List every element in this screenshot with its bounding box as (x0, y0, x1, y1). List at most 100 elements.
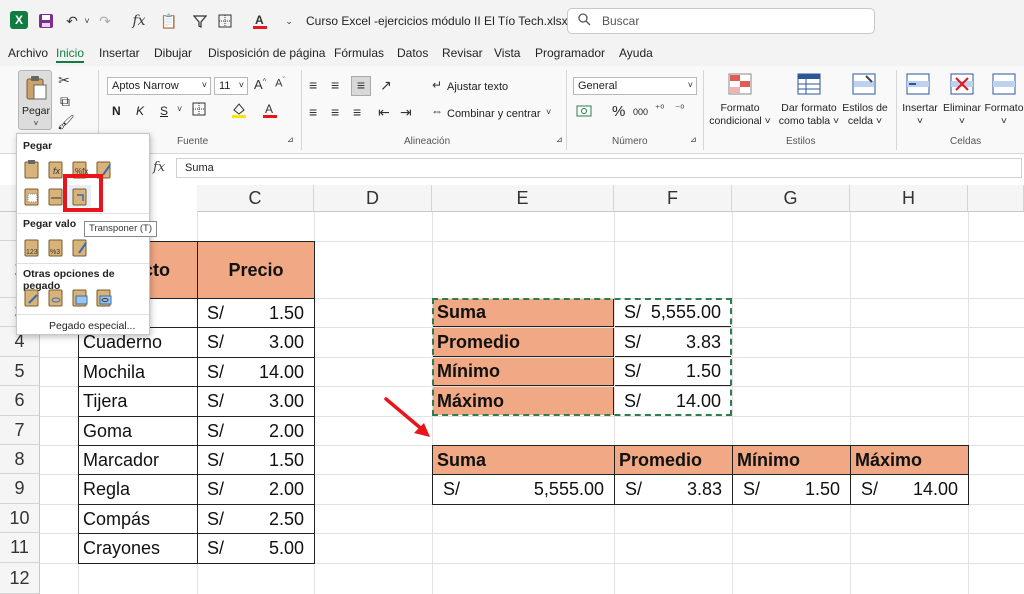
delete-cells-button[interactable]: Eliminar ˅ (940, 102, 984, 128)
col-header-g[interactable]: G (732, 185, 850, 212)
col-header-c[interactable]: C (197, 185, 314, 212)
paste-link-icon[interactable] (45, 286, 67, 308)
transposed-value-cell[interactable]: S/1.50 (732, 474, 851, 505)
increase-indent-icon[interactable]: ⇥ (400, 104, 412, 121)
format-cells-icon[interactable] (992, 73, 1016, 98)
copy-icon[interactable]: ⧉ (57, 93, 73, 110)
row-header-12[interactable]: 12 (0, 563, 40, 594)
merge-center-button[interactable]: Combinar y centrar (447, 108, 541, 120)
align-left-icon[interactable]: ≡ (309, 104, 317, 120)
tab-inicio[interactable]: Inicio (56, 46, 85, 63)
paste-no-borders-icon[interactable] (21, 185, 43, 207)
conditional-format-button[interactable]: Formato condicional ˅ (708, 102, 772, 128)
transposed-value-cell[interactable]: S/14.00 (850, 474, 969, 505)
italic-button[interactable]: K (136, 104, 144, 118)
item-name[interactable]: Marcador (78, 445, 198, 475)
item-price-cell[interactable]: S/3.00 (197, 386, 315, 417)
filter-icon[interactable] (191, 11, 209, 31)
dialog-launcher-icon[interactable]: ⊿ (556, 135, 563, 144)
format-cells-button[interactable]: Formato ˅ (984, 102, 1024, 128)
row-header-10[interactable]: 10 (0, 504, 40, 533)
row-header-9[interactable]: 9 (0, 474, 40, 504)
item-price-cell[interactable]: S/14.00 (197, 357, 315, 387)
header-price[interactable]: Precio (197, 241, 315, 299)
item-price-cell[interactable]: S/1.50 (197, 445, 315, 475)
transposed-header[interactable]: Promedio (614, 445, 733, 475)
paste-linked-picture-icon[interactable] (93, 286, 115, 308)
tab-vista[interactable]: Vista (494, 46, 520, 60)
borders-icon[interactable] (192, 102, 206, 119)
align-center-icon[interactable]: ≡ (331, 104, 339, 120)
col-header-h[interactable]: H (850, 185, 968, 212)
item-name[interactable]: Goma (78, 416, 198, 446)
col-header-i[interactable] (968, 185, 1024, 212)
cut-icon[interactable]: ✂ (57, 72, 71, 89)
decrease-decimal-icon[interactable]: ⁻⁰ (675, 104, 684, 115)
row-header-11[interactable]: 11 (0, 533, 40, 563)
borders-icon[interactable] (216, 11, 234, 31)
transposed-header[interactable]: Máximo (850, 445, 969, 475)
format-painter-icon[interactable]: 🖌 (57, 114, 75, 131)
tab-revisar[interactable]: Revisar (442, 46, 483, 60)
item-name[interactable]: Mochila (78, 357, 198, 387)
item-name[interactable]: Tijera (78, 386, 198, 417)
chevron-down-icon[interactable]: ˅ (546, 107, 551, 117)
tab-dibujar[interactable]: Dibujar (154, 46, 192, 60)
transposed-value-cell[interactable]: S/3.83 (614, 474, 733, 505)
paste-values-icon[interactable]: 123 (21, 236, 43, 258)
paste-values-source-format-icon[interactable] (69, 236, 91, 258)
tab-formulas[interactable]: Fórmulas (334, 46, 384, 60)
increase-font-icon[interactable]: A^ (252, 77, 268, 92)
number-format-combo[interactable]: General ˅ (573, 77, 697, 95)
cell-styles-button[interactable]: Estilos de celda ˅ (840, 102, 890, 128)
conditional-format-icon[interactable] (728, 73, 752, 98)
item-name[interactable]: Compás (78, 504, 198, 534)
paste-picture-icon[interactable] (69, 286, 91, 308)
col-header-f[interactable]: F (614, 185, 732, 212)
align-top-icon[interactable]: ≡ (309, 77, 317, 93)
insert-cells-button[interactable]: Insertar ˅ (900, 102, 940, 128)
col-header-e[interactable]: E (432, 185, 614, 212)
undo-icon[interactable]: ↶ (63, 11, 81, 31)
tab-disposicion[interactable]: Disposición de página (208, 46, 325, 60)
font-name-combo[interactable]: Aptos Narrow ˅ (107, 77, 211, 95)
increase-decimal-icon[interactable]: ⁺⁰ (655, 104, 664, 115)
item-price-cell[interactable]: S/2.00 (197, 474, 315, 505)
item-price-cell[interactable]: S/1.50 (197, 298, 315, 328)
accounting-format-icon[interactable] (576, 103, 596, 122)
transposed-value-cell[interactable]: S/5,555.00 (432, 474, 615, 505)
thousands-button[interactable]: 000 (633, 107, 648, 117)
redo-icon[interactable]: ↷ (96, 11, 114, 31)
bold-button[interactable]: N (112, 104, 121, 118)
row-header-8[interactable]: 8 (0, 445, 40, 474)
search-box[interactable]: Buscar (567, 8, 875, 34)
font-color-icon[interactable]: A (262, 101, 278, 122)
item-price-cell[interactable]: S/5.00 (197, 533, 315, 564)
underline-button[interactable]: S (160, 104, 168, 118)
insert-cells-icon[interactable] (906, 73, 930, 98)
formula-input[interactable]: Suma (176, 158, 1022, 178)
tab-datos[interactable]: Datos (397, 46, 428, 60)
wrap-text-button[interactable]: Ajustar texto (447, 81, 508, 93)
dialog-launcher-icon[interactable]: ⊿ (287, 135, 294, 144)
format-as-table-icon[interactable] (797, 73, 821, 98)
tab-ayuda[interactable]: Ayuda (619, 46, 653, 60)
undo-dropdown-icon[interactable]: ˅ (82, 11, 92, 31)
paste-button[interactable]: Pegar ˅ (18, 70, 52, 130)
tab-archivo[interactable]: Archivo (8, 46, 48, 60)
paste-special-menu-item[interactable]: Pegado especial... (49, 320, 135, 332)
row-header-5[interactable]: 5 (0, 357, 40, 386)
transposed-header[interactable]: Suma (432, 445, 615, 475)
decrease-font-icon[interactable]: Aˇ (272, 77, 288, 90)
align-middle-icon[interactable]: ≡ (331, 77, 339, 93)
cell-styles-icon[interactable] (852, 73, 876, 98)
orientation-icon[interactable]: ↗ (380, 77, 392, 94)
decrease-indent-icon[interactable]: ⇤ (378, 104, 390, 121)
item-name[interactable]: Regla (78, 474, 198, 505)
tab-insertar[interactable]: Insertar (99, 46, 140, 60)
insert-function-icon[interactable]: fx (153, 160, 165, 175)
paste-values-number-format-icon[interactable]: %3 (45, 236, 67, 258)
tab-programador[interactable]: Programador (535, 46, 605, 60)
fill-color-icon[interactable] (230, 101, 248, 122)
transposed-header[interactable]: Mínimo (732, 445, 851, 475)
